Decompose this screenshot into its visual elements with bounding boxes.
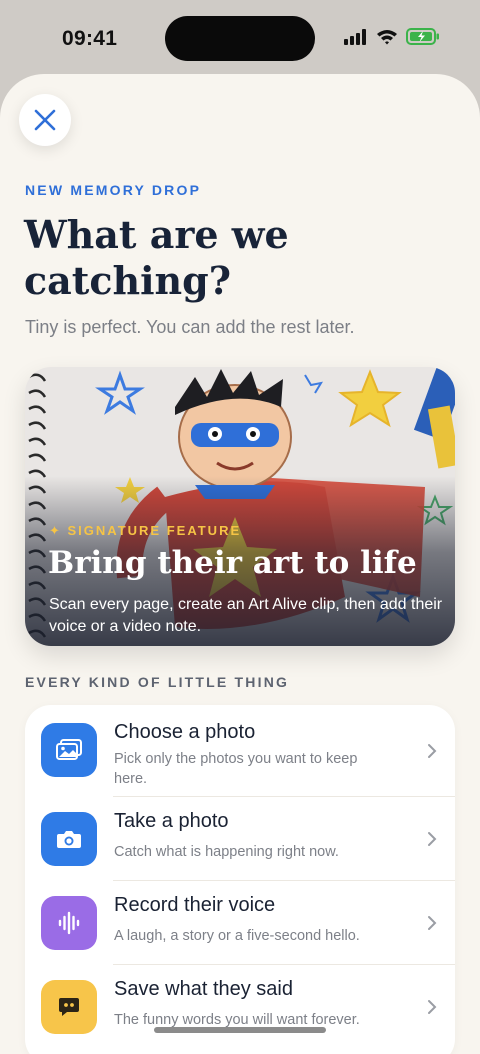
option-subtitle: Pick only the photos you want to keep he… bbox=[114, 751, 358, 787]
option-choose-photo[interactable]: Choose a photo Pick only the photos you … bbox=[25, 705, 455, 797]
chevron-right-icon bbox=[428, 744, 437, 758]
feature-description: Scan every page, create an Art Alive cli… bbox=[49, 596, 443, 635]
feature-title: Bring their art to life bbox=[48, 545, 417, 581]
option-save-what-they-said[interactable]: Save what they said The funny words you … bbox=[25, 965, 455, 1054]
capture-options-list: Choose a photo Pick only the photos you … bbox=[25, 705, 455, 1054]
option-title: Take a photo bbox=[114, 810, 229, 832]
status-icons bbox=[344, 28, 440, 45]
chevron-right-icon bbox=[428, 1000, 437, 1014]
chevron-right-icon bbox=[428, 832, 437, 846]
close-icon bbox=[34, 109, 56, 131]
battery-charging-icon bbox=[406, 28, 439, 45]
waveform-icon bbox=[41, 896, 97, 950]
dynamic-island bbox=[165, 16, 315, 61]
status-bar: 09:41 bbox=[0, 0, 480, 76]
close-button[interactable] bbox=[19, 94, 71, 146]
camera-icon bbox=[41, 812, 97, 866]
section-label: EVERY KIND OF LITTLE THING bbox=[25, 674, 290, 690]
page-subtitle: Tiny is perfect. You can add the rest la… bbox=[25, 317, 355, 337]
option-take-photo[interactable]: Take a photo Catch what is happening rig… bbox=[25, 797, 455, 881]
status-time: 09:41 bbox=[62, 27, 118, 50]
option-title: Save what they said bbox=[114, 978, 293, 1000]
art-alive-feature-card[interactable]: ✦ SIGNATURE FEATURE Bring their art to l… bbox=[25, 367, 455, 646]
chevron-right-icon bbox=[428, 916, 437, 930]
option-record-voice[interactable]: Record their voice A laugh, a story or a… bbox=[25, 881, 455, 965]
feature-tag: ✦ SIGNATURE FEATURE bbox=[49, 523, 242, 538]
option-title: Choose a photo bbox=[114, 721, 256, 743]
quote-bubble-icon bbox=[41, 980, 97, 1034]
option-subtitle: Catch what is happening right now. bbox=[114, 844, 339, 860]
memory-drop-sheet: NEW MEMORY DROP What are we catching? Ti… bbox=[0, 74, 480, 1054]
page-title: What are we catching? bbox=[24, 212, 289, 303]
option-title: Record their voice bbox=[114, 894, 276, 916]
option-subtitle: A laugh, a story or a five-second hello. bbox=[114, 928, 360, 944]
home-indicator[interactable] bbox=[154, 1027, 326, 1033]
photos-icon bbox=[41, 723, 97, 777]
eyebrow-label: NEW MEMORY DROP bbox=[25, 182, 202, 198]
signal-icon bbox=[344, 28, 366, 45]
wifi-icon bbox=[377, 29, 397, 44]
